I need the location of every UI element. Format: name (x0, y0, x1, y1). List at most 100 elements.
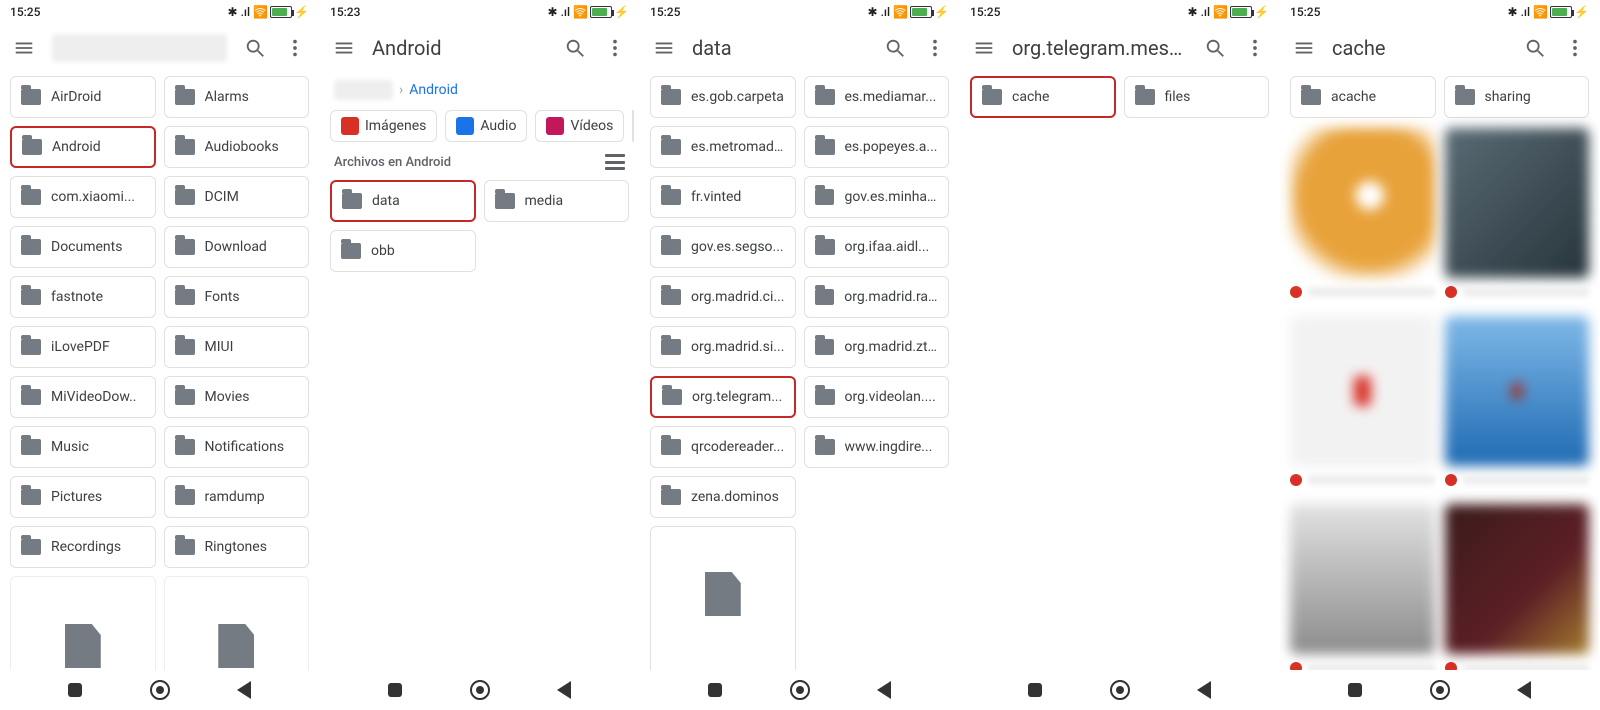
more-icon[interactable] (923, 36, 947, 60)
folder-item[interactable]: org.telegram... (650, 376, 796, 418)
folder-item[interactable]: Download (164, 226, 310, 268)
folder-item[interactable]: gov.es.minha... (804, 176, 950, 218)
nav-recent[interactable] (708, 683, 722, 697)
folder-item[interactable]: cache (970, 76, 1116, 118)
more-icon[interactable] (1563, 36, 1587, 60)
folder-item[interactable]: fastnote (10, 276, 156, 318)
image-thumbnail[interactable] (1445, 316, 1590, 466)
file-tile[interactable]: .804e9a5b09.. (10, 576, 156, 670)
folder-item[interactable]: Documents (10, 226, 156, 268)
folder-item[interactable]: Movies (164, 376, 310, 418)
folder-item[interactable]: Android (10, 126, 156, 168)
folder-item[interactable]: Notifications (164, 426, 310, 468)
folder-item[interactable]: sharing (1444, 76, 1590, 118)
folder-item[interactable]: es.gob.carpeta (650, 76, 796, 118)
app-bar: cache (1280, 24, 1599, 72)
hamburger-icon[interactable] (12, 36, 36, 60)
folder-item[interactable]: data (330, 180, 476, 222)
folder-label: org.madrid.ra... (844, 289, 938, 305)
folder-item[interactable]: DCIM (164, 176, 310, 218)
search-icon[interactable] (1203, 36, 1227, 60)
folder-item[interactable]: Pictures (10, 476, 156, 518)
filter-chip[interactable]: Audio (445, 110, 527, 142)
nav-home[interactable] (1430, 680, 1450, 700)
nav-back[interactable] (1517, 681, 1531, 699)
more-icon[interactable] (1243, 36, 1267, 60)
folder-item[interactable]: acache (1290, 76, 1436, 118)
list-view-icon[interactable] (605, 154, 625, 170)
image-thumbnail[interactable] (1290, 128, 1435, 278)
folder-item[interactable]: es.popeyes.a... (804, 126, 950, 168)
nav-recent[interactable] (388, 683, 402, 697)
search-icon[interactable] (883, 36, 907, 60)
nav-back[interactable] (557, 681, 571, 699)
folder-item[interactable]: Audiobooks (164, 126, 310, 168)
folder-item[interactable]: qrcodereader... (650, 426, 796, 468)
filter-chip[interactable]: Vídeos (535, 110, 624, 142)
app-bar: Android (320, 24, 639, 72)
search-icon[interactable] (1523, 36, 1547, 60)
nav-recent[interactable] (1028, 683, 1042, 697)
folder-item[interactable]: Recordings (10, 526, 156, 568)
panel-data: 15:25 ✱ .ıl 🛜 ⚡ data es.gob.carpetaes.me… (640, 0, 960, 710)
nav-recent[interactable] (68, 683, 82, 697)
status-icons: ✱ .ıl 🛜 ⚡ (1508, 5, 1589, 19)
folder-item[interactable]: Alarms (164, 76, 310, 118)
folder-item[interactable]: www.ingdire... (804, 426, 950, 468)
nav-back[interactable] (877, 681, 891, 699)
folder-item[interactable]: org.madrid.ra... (804, 276, 950, 318)
search-icon[interactable] (563, 36, 587, 60)
folder-icon (175, 339, 195, 355)
folder-item[interactable]: ramdump (164, 476, 310, 518)
hamburger-icon[interactable] (972, 36, 996, 60)
folder-item[interactable]: MIUI (164, 326, 310, 368)
breadcrumb-prev[interactable]: Internal (334, 80, 393, 100)
nav-home[interactable] (150, 680, 170, 700)
folder-item[interactable]: Music (10, 426, 156, 468)
image-thumbnail[interactable] (1445, 128, 1590, 278)
folder-item[interactable]: org.madrid.ci... (650, 276, 796, 318)
folder-item[interactable]: gov.es.segso... (650, 226, 796, 268)
nav-recent[interactable] (1348, 683, 1362, 697)
folder-item[interactable]: fr.vinted (650, 176, 796, 218)
image-thumbnail[interactable] (1445, 504, 1590, 654)
folder-item[interactable]: iLovePDF (10, 326, 156, 368)
nav-home[interactable] (790, 680, 810, 700)
folder-label: fr.vinted (691, 189, 741, 205)
nav-back[interactable] (237, 681, 251, 699)
more-icon[interactable] (283, 36, 307, 60)
folder-item[interactable]: Fonts (164, 276, 310, 318)
file-tile[interactable]: .nomedia0 B 30 ene 2022 (650, 526, 796, 670)
folder-item[interactable]: Ringtones (164, 526, 310, 568)
folder-item[interactable]: es.mediamar... (804, 76, 950, 118)
hamburger-icon[interactable] (332, 36, 356, 60)
folder-item[interactable]: zena.dominos (650, 476, 796, 518)
breadcrumb-current[interactable]: Android (409, 82, 458, 98)
more-icon[interactable] (603, 36, 627, 60)
folder-item[interactable]: AirDroid (10, 76, 156, 118)
folder-item[interactable]: files (1124, 76, 1270, 118)
folder-item[interactable]: media (484, 180, 630, 222)
folder-item[interactable]: es.metromad... (650, 126, 796, 168)
folder-item[interactable]: org.videolan.... (804, 376, 950, 418)
search-icon[interactable] (243, 36, 267, 60)
folder-item[interactable]: org.ifaa.aidl... (804, 226, 950, 268)
hamburger-icon[interactable] (1292, 36, 1316, 60)
folder-label: gov.es.minha... (844, 189, 938, 205)
folder-item[interactable]: org.madrid.si... (650, 326, 796, 368)
filter-chip-overflow[interactable] (632, 110, 634, 142)
filter-chip[interactable]: Imágenes (330, 110, 437, 142)
hamburger-icon[interactable] (652, 36, 676, 60)
image-thumbnail[interactable] (1290, 504, 1435, 654)
folder-label: AirDroid (51, 89, 101, 105)
file-tile[interactable]: .fe_tmp (164, 576, 310, 670)
folder-item[interactable]: com.xiaomi... (10, 176, 156, 218)
folder-item[interactable]: MiVideoDow.. (10, 376, 156, 418)
folder-item[interactable]: obb (330, 230, 476, 272)
nav-home[interactable] (1110, 680, 1130, 700)
image-thumbnail[interactable] (1290, 316, 1435, 466)
folder-item[interactable]: org.madrid.zt... (804, 326, 950, 368)
nav-home[interactable] (470, 680, 490, 700)
folder-icon (21, 189, 41, 205)
nav-back[interactable] (1197, 681, 1211, 699)
